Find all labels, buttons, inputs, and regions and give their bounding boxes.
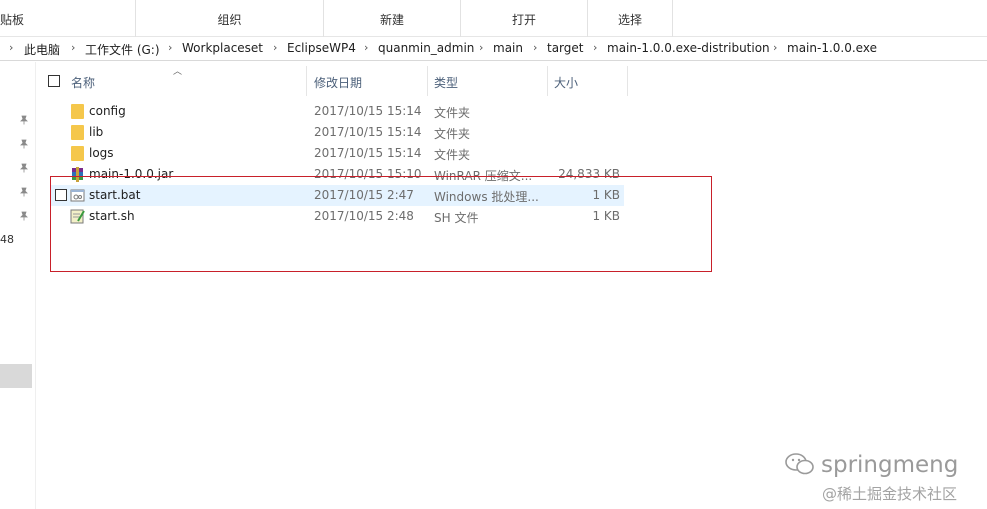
chevron-right-icon[interactable]: ›	[593, 41, 597, 54]
pin-icon[interactable]	[19, 163, 29, 173]
ribbon-group-label: 打开	[511, 13, 536, 27]
ribbon-group-organize[interactable]: 组织	[136, 0, 324, 37]
ribbon-group-clipboard[interactable]: 贴板	[0, 0, 136, 37]
file-date: 2017/10/15 15:14	[314, 104, 422, 118]
file-type: 文件夹	[434, 127, 471, 141]
chevron-right-icon[interactable]: ›	[479, 41, 483, 54]
pin-icon[interactable]	[19, 187, 29, 197]
file-row[interactable]: lib 2017/10/15 15:14 文件夹	[50, 122, 624, 143]
nav-selected-item[interactable]	[0, 364, 32, 388]
wechat-icon	[785, 453, 815, 475]
column-header-row: 名称 修改日期 类型 大小	[64, 66, 628, 96]
breadcrumb-item[interactable]: Workplaceset	[182, 41, 263, 55]
breadcrumb-item[interactable]: 工作文件 (G:)	[85, 41, 160, 58]
annotation-highlight-box	[50, 176, 712, 272]
select-all-checkbox[interactable]	[48, 75, 60, 87]
column-header-label: 大小	[554, 76, 579, 90]
ribbon-group-new[interactable]: 新建	[324, 0, 461, 37]
file-type: 文件夹	[434, 148, 471, 162]
chevron-right-icon[interactable]: ›	[273, 41, 277, 54]
file-date: 2017/10/15 15:14	[314, 146, 422, 160]
file-name: logs	[89, 146, 114, 160]
breadcrumb-item[interactable]: main	[493, 41, 523, 55]
breadcrumb-item[interactable]: EclipseWP4	[287, 41, 356, 55]
column-header-type[interactable]: 类型	[428, 66, 548, 96]
column-header-label: 类型	[434, 76, 459, 90]
chevron-right-icon[interactable]: ›	[71, 41, 75, 54]
folder-icon	[70, 146, 85, 161]
chevron-right-icon[interactable]: ›	[168, 41, 172, 54]
watermark-author-name: springmeng	[821, 452, 959, 478]
breadcrumb-item[interactable]: main-1.0.0.exe	[787, 41, 877, 55]
file-name: lib	[89, 125, 104, 139]
nav-partial-text: 48	[0, 233, 14, 246]
breadcrumb: › 此电脑 › 工作文件 (G:) › Workplaceset › Eclip…	[0, 37, 987, 61]
ribbon-group-label: 贴板	[0, 13, 25, 27]
ribbon: 贴板 组织 新建 打开 选择	[0, 0, 987, 37]
column-header-size[interactable]: 大小	[548, 66, 628, 96]
folder-icon	[70, 125, 85, 140]
pin-icon[interactable]	[19, 115, 29, 125]
breadcrumb-item[interactable]: 此电脑	[24, 41, 60, 58]
file-name: config	[89, 104, 126, 118]
ribbon-group-open[interactable]: 打开	[461, 0, 588, 37]
ribbon-group-select[interactable]: 选择	[588, 0, 673, 37]
column-header-label: 名称	[71, 76, 96, 90]
folder-icon	[70, 104, 85, 119]
file-type: 文件夹	[434, 106, 471, 120]
file-row[interactable]: config 2017/10/15 15:14 文件夹	[50, 101, 624, 122]
pin-icon[interactable]	[19, 211, 29, 221]
file-date: 2017/10/15 15:14	[314, 125, 422, 139]
column-header-name[interactable]: 名称	[64, 66, 307, 96]
column-header-label: 修改日期	[314, 76, 363, 90]
chevron-right-icon[interactable]: ›	[533, 41, 537, 54]
watermark-author: springmeng	[785, 452, 958, 478]
breadcrumb-item[interactable]: main-1.0.0.exe-distribution	[607, 41, 770, 55]
chevron-right-icon[interactable]: ›	[9, 41, 13, 54]
watermark-site: @稀土掘金技术社区	[822, 485, 958, 503]
breadcrumb-item[interactable]: target	[547, 41, 584, 55]
ribbon-group-label: 组织	[217, 13, 242, 27]
chevron-right-icon[interactable]: ›	[773, 41, 777, 54]
chevron-right-icon[interactable]: ›	[364, 41, 368, 54]
column-header-modified[interactable]: 修改日期	[307, 66, 428, 96]
breadcrumb-item[interactable]: quanmin_admin	[378, 41, 474, 55]
navigation-pane: 48	[0, 62, 36, 509]
pin-icon[interactable]	[19, 139, 29, 149]
ribbon-group-label: 选择	[617, 13, 642, 27]
file-row[interactable]: logs 2017/10/15 15:14 文件夹	[50, 143, 624, 164]
ribbon-group-label: 新建	[379, 13, 404, 27]
